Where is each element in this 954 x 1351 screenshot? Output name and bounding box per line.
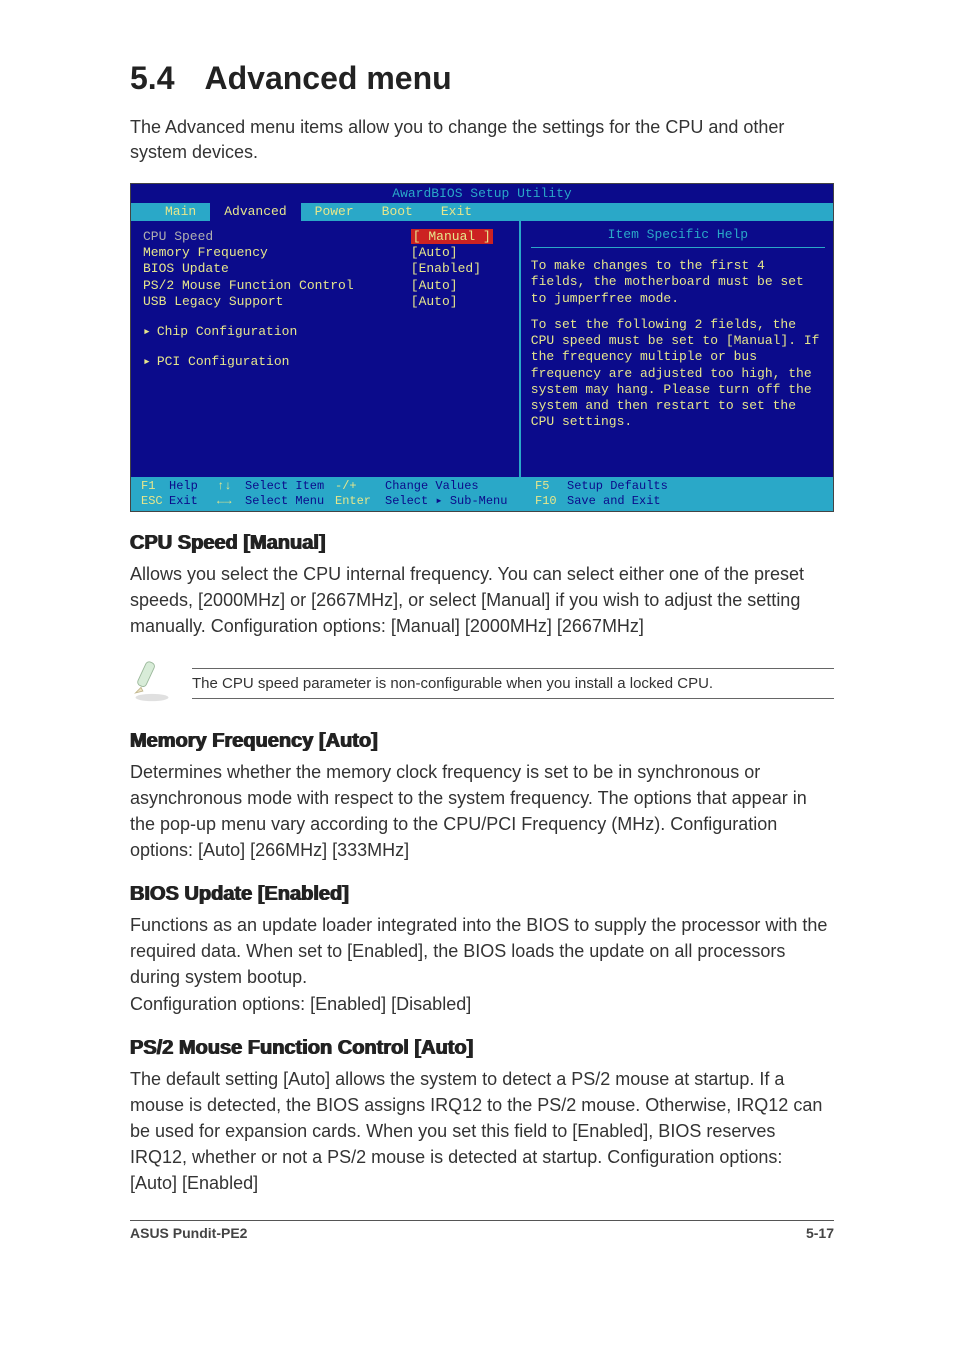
bios-submenu-chip[interactable]: ▸Chip Configuration [143, 324, 511, 340]
page-footer: ASUS Pundit-PE2 5-17 [130, 1220, 834, 1241]
bios-footer: F1 Help ↑↓ Select Item -/+ Change Values… [131, 477, 833, 511]
bios-help-p1: To make changes to the first 4 fields, t… [531, 258, 825, 307]
bios-value-ps2-mouse: [Auto] [411, 278, 511, 294]
bios-item-ps2-mouse[interactable]: PS/2 Mouse Function Control [143, 278, 411, 294]
bios-item-cpu-speed[interactable]: CPU Speed [143, 229, 411, 245]
bios-title: AwardBIOS Setup Utility [131, 184, 833, 202]
note-block: The CPU speed parameter is non-configura… [130, 659, 834, 708]
section-head-memory-frequency: Memory Frequency [Auto] [130, 730, 834, 753]
section-head-bios-update: BIOS Update [Enabled] [130, 883, 834, 906]
bios-item-bios-update[interactable]: BIOS Update [143, 261, 411, 277]
section-body-ps2-mouse: The default setting [Auto] allows the sy… [130, 1066, 834, 1196]
arrow-icon: ▸ [143, 354, 151, 369]
footer-right: 5-17 [806, 1225, 834, 1241]
bios-tab-exit[interactable]: Exit [427, 203, 486, 221]
arrow-icon: ▸ [143, 324, 151, 339]
bios-tab-power[interactable]: Power [301, 203, 368, 221]
bios-value-cpu-speed[interactable]: [ Manual ] [411, 229, 493, 244]
section-body-cpu-speed: Allows you select the CPU internal frequ… [130, 561, 834, 639]
heading-title: Advanced menu [204, 60, 451, 96]
bios-value-bios-update: [Enabled] [411, 261, 511, 277]
bios-help-title: Item Specific Help [531, 227, 825, 248]
bios-tab-bar: Main Advanced Power Boot Exit [131, 203, 833, 221]
intro-text: The Advanced menu items allow you to cha… [130, 115, 834, 165]
footer-left: ASUS Pundit-PE2 [130, 1225, 247, 1241]
bios-item-usb-legacy[interactable]: USB Legacy Support [143, 294, 411, 310]
bios-value-usb-legacy: [Auto] [411, 294, 511, 310]
bios-screenshot: AwardBIOS Setup Utility Main Advanced Po… [130, 183, 834, 511]
section-body-memory-frequency: Determines whether the memory clock freq… [130, 759, 834, 863]
section-head-cpu-speed: CPU Speed [Manual] [130, 532, 834, 555]
pencil-note-icon [130, 659, 174, 708]
bios-help-pane: Item Specific Help To make changes to th… [521, 221, 833, 477]
bios-value-memory-frequency: [Auto] [411, 245, 511, 261]
heading-number: 5.4 [130, 60, 174, 96]
section-body-bios-update: Functions as an update loader integrated… [130, 912, 834, 1016]
bios-help-p2: To set the following 2 fields, the CPU s… [531, 317, 825, 431]
note-text: The CPU speed parameter is non-configura… [192, 668, 834, 699]
page-heading: 5.4 Advanced menu [130, 60, 834, 97]
bios-tab-advanced[interactable]: Advanced [210, 203, 300, 221]
bios-submenu-pci[interactable]: ▸PCI Configuration [143, 354, 511, 370]
bios-item-memory-frequency[interactable]: Memory Frequency [143, 245, 411, 261]
bios-tab-main[interactable]: Main [151, 203, 210, 221]
section-head-ps2-mouse: PS/2 Mouse Function Control [Auto] [130, 1037, 834, 1060]
bios-left-pane: CPU Speed [ Manual ] Memory Frequency [A… [131, 221, 521, 477]
bios-tab-boot[interactable]: Boot [368, 203, 427, 221]
